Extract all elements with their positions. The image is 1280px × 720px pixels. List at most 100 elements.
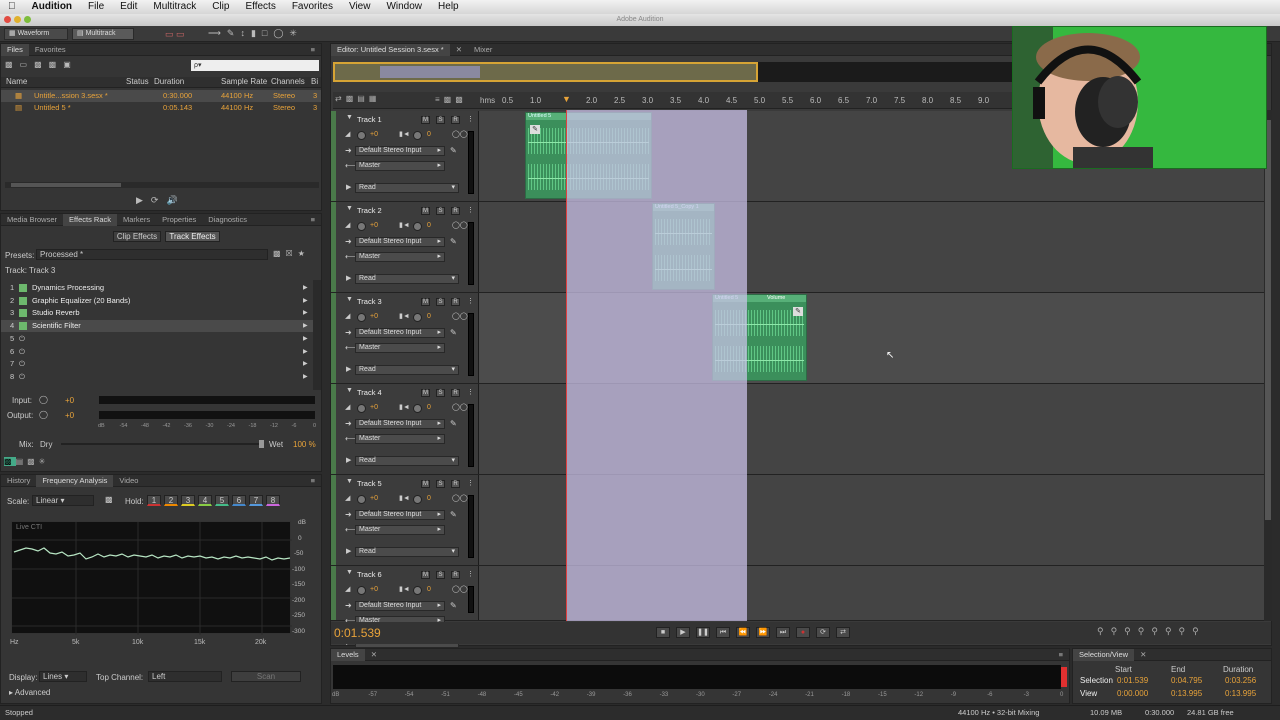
files-scrollbar[interactable] bbox=[5, 182, 319, 188]
zoom-window-icon[interactable] bbox=[24, 16, 31, 23]
track-output-dropdown[interactable]: Master ▸ bbox=[355, 161, 445, 171]
track-name[interactable]: Track 3 bbox=[357, 297, 382, 306]
solo-button[interactable]: S bbox=[436, 116, 445, 124]
stereo-link-icon[interactable]: ◯◯ bbox=[452, 494, 468, 502]
record-arm-button[interactable]: R bbox=[451, 571, 460, 579]
fast-forward-button[interactable]: ⏩ bbox=[756, 627, 770, 638]
hold-button[interactable]: 1 bbox=[147, 495, 161, 506]
slot-menu-icon[interactable]: ▶ bbox=[303, 371, 308, 383]
track-output-dropdown[interactable]: Master ▸ bbox=[355, 525, 445, 535]
tools-icon[interactable]: ⟶✎↕▮□◯✳ bbox=[208, 28, 303, 39]
clip-indicator[interactable] bbox=[1061, 667, 1067, 687]
tab-close-icon[interactable]: ✕ bbox=[450, 44, 468, 56]
record-arm-button[interactable]: R bbox=[451, 207, 460, 215]
menu-help[interactable]: Help bbox=[430, 0, 467, 14]
pan-knob[interactable] bbox=[413, 222, 422, 231]
go-to-end-button[interactable]: ⏭ bbox=[776, 627, 790, 638]
power-icon[interactable] bbox=[19, 296, 27, 305]
clip-volume-label[interactable]: Volume bbox=[767, 295, 785, 302]
track-pan[interactable]: 0 bbox=[427, 495, 431, 502]
minimize-window-icon[interactable] bbox=[14, 16, 21, 23]
preview-controls-icon[interactable]: ▶⟳🔊 bbox=[136, 195, 186, 206]
solo-button[interactable]: S bbox=[436, 207, 445, 215]
pan-knob[interactable] bbox=[413, 404, 422, 413]
collapse-icon[interactable]: ▼ bbox=[346, 114, 353, 121]
view-end[interactable]: 0:13.995 bbox=[1171, 689, 1202, 698]
track-lane[interactable]: ▼ Track 5 M S R ⋮ ◢ +0 ▮◄ 0 ◯◯ ➜ Default… bbox=[331, 475, 1264, 566]
presets-dropdown[interactable]: Processed * bbox=[36, 249, 268, 260]
menu-favorites[interactable]: Favorites bbox=[284, 0, 341, 14]
col-duration[interactable]: Duration bbox=[154, 77, 184, 86]
monitor-icon[interactable]: ⋮ bbox=[467, 570, 474, 578]
output-gain[interactable]: +0 bbox=[65, 411, 74, 420]
close-window-icon[interactable] bbox=[4, 16, 11, 23]
clip-fx-icon[interactable]: ✎ bbox=[793, 307, 803, 316]
track-name[interactable]: Track 6 bbox=[357, 570, 382, 579]
volume-knob[interactable] bbox=[357, 404, 366, 413]
slot-menu-icon[interactable]: ▶ bbox=[303, 333, 308, 345]
col-name[interactable]: Name bbox=[6, 77, 27, 86]
tab-mixer[interactable]: Mixer bbox=[468, 44, 498, 56]
stop-button[interactable]: ■ bbox=[656, 627, 670, 638]
fx-icon[interactable]: ✎ bbox=[450, 601, 457, 610]
multitrack-button[interactable]: ▤ Multitrack bbox=[72, 28, 134, 40]
tab-effects-rack[interactable]: Effects Rack bbox=[63, 213, 117, 226]
top-channel-dropdown[interactable]: Left bbox=[148, 671, 222, 682]
input-knob-icon[interactable]: ◯ bbox=[39, 395, 48, 404]
pan-knob[interactable] bbox=[413, 313, 422, 322]
file-row[interactable]: ▦ Untitle...ssion 3.sesx * 0:30.000 4410… bbox=[1, 90, 321, 102]
effect-slot[interactable]: 7 ⏻ ▶ bbox=[1, 358, 313, 370]
display-dropdown[interactable]: Lines ▾ bbox=[39, 671, 87, 682]
advanced-toggle[interactable]: ▸ Advanced bbox=[9, 688, 50, 697]
expand-icon[interactable]: ▶ bbox=[346, 456, 351, 464]
rewind-button[interactable]: ⏪ bbox=[736, 627, 750, 638]
panel-menu-icon[interactable]: ≡ bbox=[1059, 650, 1069, 659]
volume-knob[interactable] bbox=[357, 313, 366, 322]
volume-knob[interactable] bbox=[357, 131, 366, 140]
hold-button[interactable]: 3 bbox=[181, 495, 195, 506]
fx-icon[interactable]: ✎ bbox=[450, 510, 457, 519]
track-input-dropdown[interactable]: Default Stereo Input ▸ bbox=[355, 419, 445, 429]
power-icon[interactable] bbox=[19, 309, 27, 318]
monitor-icon[interactable]: ⋮ bbox=[467, 115, 474, 123]
preset-actions-icon[interactable]: ▩☒★ bbox=[273, 249, 310, 258]
slot-menu-icon[interactable]: ▶ bbox=[303, 295, 308, 307]
scroll-thumb[interactable] bbox=[11, 183, 121, 187]
pan-knob[interactable] bbox=[413, 586, 422, 595]
file-actions-icon[interactable]: ▩▭▩▩▣ bbox=[5, 60, 78, 69]
hold-button[interactable]: 8 bbox=[266, 495, 280, 506]
track-input-dropdown[interactable]: Default Stereo Input ▸ bbox=[355, 601, 445, 611]
track-lane[interactable]: ▼ Track 6 M S R ⋮ ◢ +0 ▮◄ 0 ◯◯ ➜ Default… bbox=[331, 566, 1264, 648]
menu-view[interactable]: View bbox=[341, 0, 379, 14]
collapse-icon[interactable]: ▼ bbox=[346, 387, 353, 394]
play-button[interactable]: ▶ bbox=[676, 627, 690, 638]
tab-frequency-analysis[interactable]: Frequency Analysis bbox=[36, 474, 114, 487]
collapse-icon[interactable]: ▼ bbox=[346, 296, 353, 303]
col-sample-rate[interactable]: Sample Rate bbox=[221, 77, 267, 86]
effect-slot[interactable]: 8 ⏻ ▶ bbox=[1, 371, 313, 383]
track-output-dropdown[interactable]: Master ▸ bbox=[355, 343, 445, 353]
input-gain[interactable]: +0 bbox=[65, 396, 74, 405]
effect-slot[interactable]: 1 Dynamics Processing ▶ bbox=[1, 282, 313, 294]
automation-mode-dropdown[interactable]: Read ▾ bbox=[355, 365, 459, 375]
overview-bar[interactable] bbox=[333, 62, 1013, 82]
record-arm-button[interactable]: R bbox=[451, 116, 460, 124]
track-pan[interactable]: 0 bbox=[427, 313, 431, 320]
fx-icon[interactable]: ✎ bbox=[450, 146, 457, 155]
expand-icon[interactable]: ▶ bbox=[346, 274, 351, 282]
spectral-display-icon[interactable]: ▭ ▭ bbox=[165, 29, 185, 40]
mute-button[interactable]: M bbox=[421, 389, 430, 397]
track-pan[interactable]: 0 bbox=[427, 222, 431, 229]
zoom-controls-icon[interactable]: ⚲⚲⚲⚲⚲⚲⚲⚲ bbox=[1097, 626, 1206, 637]
pause-button[interactable]: ❚❚ bbox=[696, 627, 710, 638]
track-pan[interactable]: 0 bbox=[427, 586, 431, 593]
tab-files[interactable]: Files bbox=[1, 43, 29, 56]
rack-options-icon[interactable]: ▩▤▩✳ bbox=[4, 457, 49, 466]
power-icon[interactable]: ⏻ bbox=[19, 333, 25, 345]
apple-icon[interactable]:  bbox=[0, 0, 24, 14]
hold-button[interactable]: 7 bbox=[249, 495, 263, 506]
pan-knob[interactable] bbox=[413, 131, 422, 140]
menu-window[interactable]: Window bbox=[378, 0, 430, 14]
tab-close-icon[interactable]: ✕ bbox=[365, 649, 383, 661]
track-volume[interactable]: +0 bbox=[370, 495, 378, 502]
